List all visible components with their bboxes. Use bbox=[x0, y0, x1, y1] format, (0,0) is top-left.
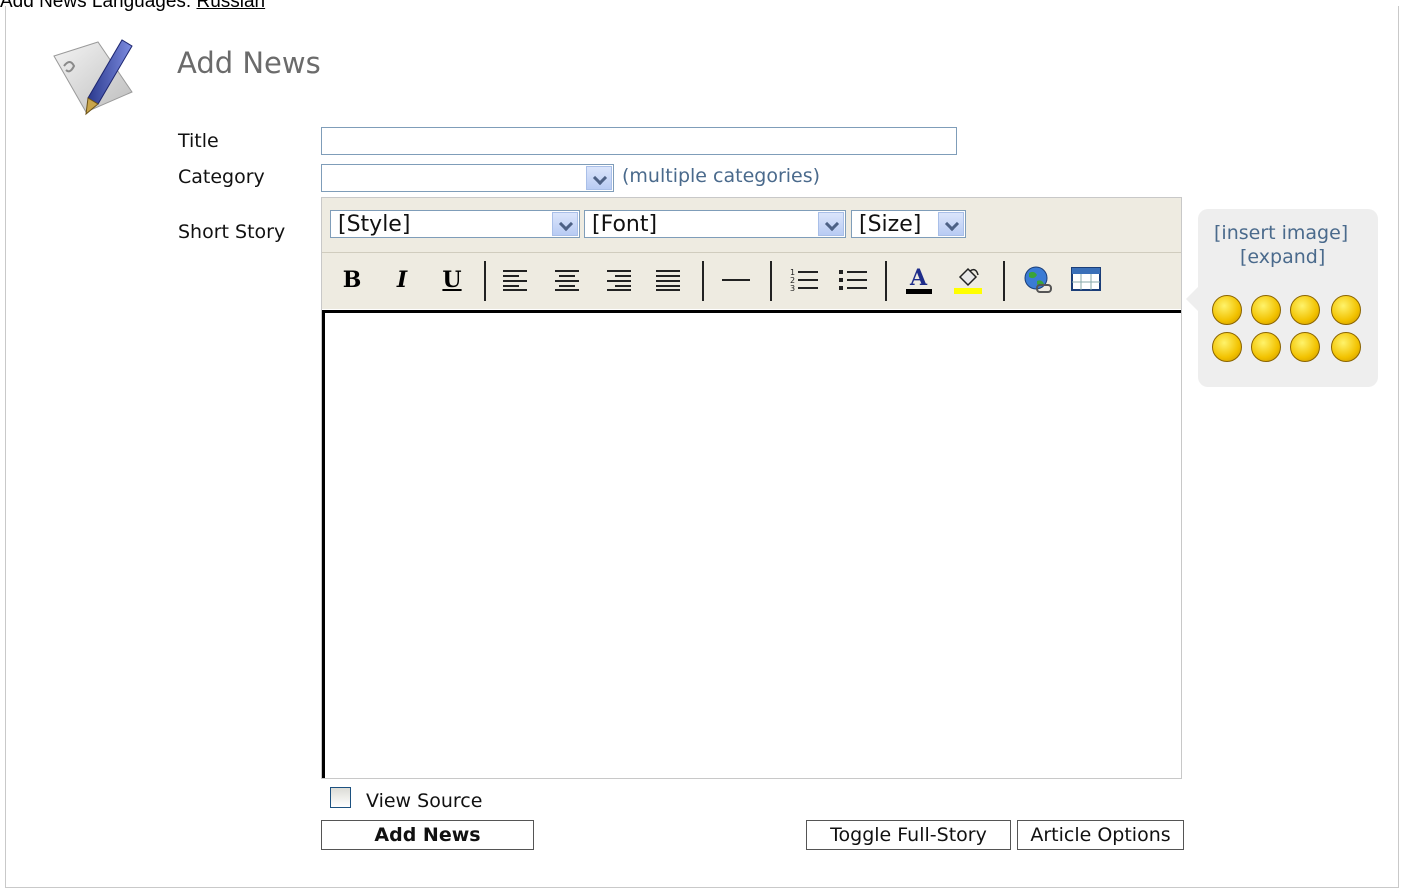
paint-bucket-icon bbox=[954, 267, 982, 294]
ordered-list-icon: 123 bbox=[790, 268, 818, 293]
title-label: Title bbox=[178, 130, 219, 152]
short-story-editor-area[interactable] bbox=[322, 310, 1181, 778]
align-left-button[interactable] bbox=[499, 263, 533, 297]
highlight-color-button[interactable] bbox=[951, 263, 985, 297]
toolbar-divider bbox=[484, 261, 486, 301]
justify-button[interactable] bbox=[652, 263, 686, 297]
category-select[interactable] bbox=[321, 164, 614, 192]
toolbar-divider bbox=[702, 261, 704, 301]
smiley-shocked-icon[interactable] bbox=[1331, 332, 1361, 362]
page-title: Add News bbox=[177, 46, 321, 80]
text-color-icon: A bbox=[906, 265, 932, 294]
smiley-sad-icon[interactable] bbox=[1251, 332, 1281, 362]
smiley-laughing-icon[interactable] bbox=[1212, 332, 1242, 362]
multiple-categories-link[interactable]: (multiple categories) bbox=[622, 165, 820, 187]
title-input[interactable] bbox=[321, 127, 957, 155]
svg-text:A: A bbox=[909, 265, 928, 291]
svg-text:3: 3 bbox=[790, 284, 795, 293]
style-select[interactable]: [Style] bbox=[330, 210, 580, 238]
insert-table-button[interactable] bbox=[1069, 263, 1103, 297]
globe-link-icon bbox=[1024, 266, 1052, 293]
toolbar-divider bbox=[1003, 261, 1005, 301]
align-right-icon bbox=[607, 270, 631, 291]
smiley-smile-icon[interactable] bbox=[1212, 295, 1242, 325]
font-select-value: [Font] bbox=[592, 212, 658, 237]
article-options-button[interactable]: Article Options bbox=[1017, 820, 1184, 850]
align-center-icon bbox=[555, 270, 579, 291]
ordered-list-button[interactable]: 123 bbox=[787, 263, 821, 297]
horizontal-rule-button[interactable] bbox=[719, 263, 753, 297]
editor-toolbar-selects: [Style] [Font] [Size] bbox=[322, 198, 1181, 253]
expand-link[interactable]: [expand] bbox=[1240, 246, 1325, 268]
size-select[interactable]: [Size] bbox=[851, 210, 966, 238]
horizontal-rule-icon bbox=[722, 279, 750, 281]
rich-text-editor: [Style] [Font] [Size] B I U 1 2 3 A bbox=[321, 197, 1182, 779]
size-select-value: [Size] bbox=[859, 212, 922, 237]
underline-button[interactable]: U bbox=[435, 263, 469, 297]
align-right-button[interactable] bbox=[603, 263, 637, 297]
view-source-checkbox[interactable] bbox=[330, 787, 351, 808]
font-select[interactable]: [Font] bbox=[584, 210, 846, 238]
bold-button[interactable]: B bbox=[335, 263, 369, 297]
category-label: Category bbox=[178, 166, 265, 188]
chevron-down-icon[interactable] bbox=[818, 212, 844, 236]
justify-icon bbox=[656, 270, 680, 291]
bold-icon: B bbox=[342, 267, 362, 293]
short-story-label: Short Story bbox=[178, 221, 286, 243]
smiley-tongue-icon[interactable] bbox=[1290, 295, 1320, 325]
view-source-label: View Source bbox=[366, 790, 483, 812]
smiley-joyful-icon[interactable] bbox=[1331, 295, 1361, 325]
bullet-list-icon bbox=[839, 270, 867, 290]
chevron-down-icon[interactable] bbox=[938, 212, 964, 236]
text-color-button[interactable]: A bbox=[902, 263, 936, 297]
add-news-button[interactable]: Add News bbox=[321, 820, 534, 850]
style-select-value: [Style] bbox=[338, 212, 411, 237]
align-center-button[interactable] bbox=[551, 263, 585, 297]
italic-button[interactable]: I bbox=[385, 263, 419, 297]
italic-icon: I bbox=[396, 267, 408, 293]
insert-link-button[interactable] bbox=[1021, 263, 1055, 297]
toolbar-divider bbox=[770, 261, 772, 301]
smiley-wink-icon[interactable] bbox=[1251, 295, 1281, 325]
underline-icon: U bbox=[442, 267, 462, 293]
editor-toolbar-buttons: B I U 123 A bbox=[322, 253, 1181, 309]
toggle-full-story-button[interactable]: Toggle Full-Story bbox=[806, 820, 1011, 850]
table-icon bbox=[1071, 267, 1101, 291]
align-left-icon bbox=[503, 270, 527, 291]
smiley-angry-icon[interactable] bbox=[1290, 332, 1320, 362]
bullet-list-button[interactable] bbox=[836, 263, 870, 297]
add-news-pen-icon bbox=[48, 30, 138, 120]
insert-image-link[interactable]: [insert image] bbox=[1214, 222, 1348, 244]
toolbar-divider bbox=[885, 261, 887, 301]
chevron-down-icon[interactable] bbox=[552, 212, 578, 236]
chevron-down-icon[interactable] bbox=[586, 166, 612, 190]
insert-tools-box: [insert image] [expand] bbox=[1186, 209, 1378, 387]
